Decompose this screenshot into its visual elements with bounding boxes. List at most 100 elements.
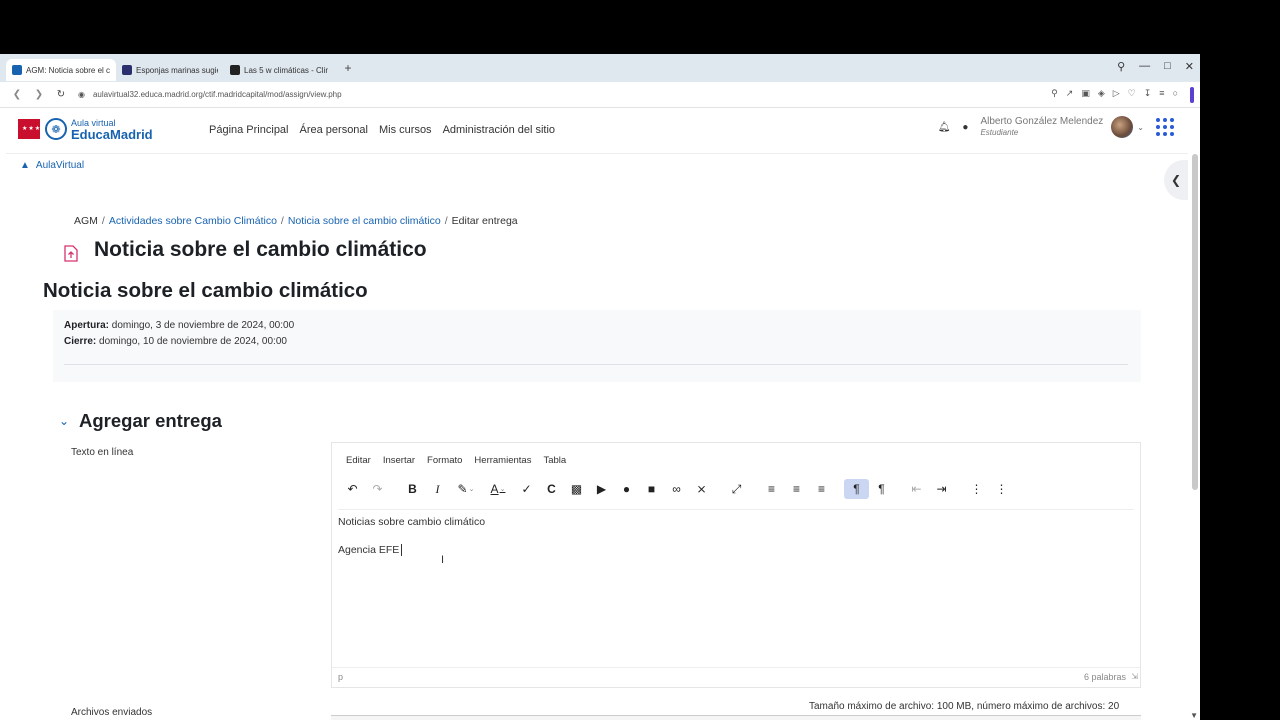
redo-icon[interactable]: ↷ <box>365 479 390 499</box>
heart-icon[interactable]: ♡ <box>1128 88 1136 99</box>
sidebar-indicator <box>1190 87 1194 103</box>
section-title: Agregar entrega <box>79 410 222 431</box>
lock-icon[interactable]: ◉ <box>78 90 85 99</box>
breadcrumb-current: Editar entrega <box>451 215 518 227</box>
profile-icon[interactable]: ○ <box>1173 88 1178 99</box>
menu-icon[interactable]: ≡ <box>1159 88 1164 99</box>
closing-label: Cierre: <box>64 336 97 347</box>
ltr-direction-icon[interactable]: ¶ <box>844 479 869 499</box>
menu-insert[interactable]: Insertar <box>383 455 415 466</box>
bell-icon[interactable]: 🔔︎ <box>938 122 951 133</box>
zoom-icon[interactable]: ⚲ <box>1051 88 1058 99</box>
reload-icon[interactable]: ↻ <box>50 89 72 100</box>
nav-home[interactable]: Página Principal <box>209 124 289 136</box>
menu-table[interactable]: Tabla <box>543 455 566 466</box>
forward-icon[interactable]: ❯ <box>28 89 50 100</box>
align-right-icon[interactable]: ≡ <box>809 479 834 499</box>
activity-title: Noticia sobre el cambio climático <box>43 279 368 302</box>
back-icon[interactable]: ❮ <box>6 89 28 100</box>
text-color-icon[interactable]: A ⌄ <box>482 479 514 499</box>
element-path[interactable]: p <box>338 672 343 682</box>
submitted-files-label: Archivos enviados <box>71 707 153 718</box>
image-icon[interactable]: ▩ <box>564 479 589 499</box>
browser-tab-agm[interactable]: AGM: Noticia sobre el cam <box>6 59 116 81</box>
page-scrollbar[interactable] <box>1192 154 1198 490</box>
media-icon[interactable]: ▶ <box>589 479 614 499</box>
camera-icon[interactable]: ▣ <box>1081 88 1090 99</box>
resize-handle-icon[interactable]: ⇲ <box>1131 672 1138 681</box>
search-tabs-icon[interactable]: ⚲ <box>1117 60 1125 73</box>
new-tab-button[interactable]: + <box>340 61 356 75</box>
highlight-color-icon[interactable]: ✎ ⌄ <box>450 479 482 499</box>
user-role: Estudiante <box>980 128 1019 137</box>
align-left-icon[interactable]: ≡ <box>759 479 784 499</box>
bullet-list-icon[interactable]: ⋮ <box>964 479 989 499</box>
breadcrumb: AGM / Actividades sobre Cambio Climático / N… <box>74 215 518 227</box>
play-icon[interactable]: ▷ <box>1113 88 1120 99</box>
undo-icon[interactable]: ↶ <box>340 479 365 499</box>
menu-format[interactable]: Formato <box>427 455 462 466</box>
editor-toolbar: ↶ ↷ B I ✎ ⌄ A ⌄ ✓ C ▩ ▶ ● ■ ∞ ⨯ ⤢ ≡ ≡ ≡ ¶ … <box>340 478 1014 500</box>
menu-tools[interactable]: Herramientas <box>474 455 531 466</box>
italic-icon[interactable]: I <box>425 479 450 499</box>
educamadrid-logo[interactable]: ★★★ ❁ Aula virtual EducaMadrid <box>18 118 153 141</box>
drawer-toggle-button[interactable]: ❮ <box>1164 160 1188 200</box>
efe-favicon-icon <box>122 65 132 75</box>
opening-date: Apertura: domingo, 3 de noviembre de 202… <box>64 320 294 331</box>
minimize-icon[interactable]: — <box>1139 60 1150 73</box>
maximize-icon[interactable]: □ <box>1164 60 1171 73</box>
url-input[interactable]: aulavirtual32.educa.madrid.org/ctif.madr… <box>93 90 342 99</box>
close-icon[interactable]: ✕ <box>1185 60 1194 73</box>
editor-paragraph: Noticias sobre cambio climático <box>338 516 486 528</box>
spellcheck-icon[interactable]: ✓ <box>514 479 539 499</box>
shield-icon[interactable]: ◈ <box>1098 88 1105 99</box>
page-title: Noticia sobre el cambio climático <box>94 238 427 261</box>
chat-icon[interactable]: ● <box>962 122 968 133</box>
nav-site-admin[interactable]: Administración del sitio <box>443 124 556 136</box>
avatar[interactable] <box>1111 116 1134 138</box>
editor-content-area[interactable]: Noticias sobre cambio climático Agencia … <box>338 509 1134 659</box>
scroll-down-icon[interactable]: ▼ <box>1190 711 1198 720</box>
microphone-icon[interactable]: ● <box>614 479 639 499</box>
outdent-icon[interactable]: ⇤ <box>904 479 929 499</box>
breadcrumb-section[interactable]: Actividades sobre Cambio Climático <box>109 215 277 227</box>
indent-icon[interactable]: ⇥ <box>929 479 954 499</box>
unlink-icon[interactable]: ⨯ <box>689 479 714 499</box>
browser-tab-5w[interactable]: Las 5 w climáticas - Climá <box>224 59 334 81</box>
divider <box>64 364 1128 365</box>
chevron-down-icon[interactable]: ⌄ <box>1137 123 1144 132</box>
link-icon[interactable]: ∞ <box>664 479 689 499</box>
breadcrumb-course[interactable]: AGM <box>74 215 98 227</box>
editor-statusbar: p 6 palabras ⇲ <box>332 667 1140 687</box>
file-picker[interactable] <box>331 715 1141 720</box>
apps-grid-icon[interactable] <box>1156 118 1174 136</box>
editor-menubar: Editar Insertar Formato Herramientas Tab… <box>346 455 566 466</box>
nav-my-courses[interactable]: Mis cursos <box>379 124 432 136</box>
editor-paragraph-text: Agencia EFE <box>338 544 400 556</box>
opening-value: domingo, 3 de noviembre de 2024, 00:00 <box>109 320 295 331</box>
graduation-cap-icon: ▲ <box>20 160 30 171</box>
bold-icon[interactable]: B <box>400 479 425 499</box>
menu-edit[interactable]: Editar <box>346 455 371 466</box>
assignment-upload-icon <box>62 244 80 262</box>
numbered-list-icon[interactable]: ⋮ <box>989 479 1014 499</box>
download-icon[interactable]: ↧ <box>1144 88 1152 99</box>
page-header: Noticia sobre el cambio climático <box>62 238 427 262</box>
nav-personal-area[interactable]: Área personal <box>300 124 369 136</box>
rtl-direction-icon[interactable]: ¶ <box>869 479 894 499</box>
browser-tab-esponjas[interactable]: Esponjas marinas sugieren <box>116 59 224 81</box>
madrid-flag-icon: ★★★ <box>18 119 40 139</box>
fullscreen-icon[interactable]: ⤢ <box>724 479 749 499</box>
window-controls: ⚲ — □ ✕ <box>1117 60 1194 73</box>
user-menu[interactable]: Alberto González Melendez Estudiante <box>980 116 1103 138</box>
video-icon[interactable]: ■ <box>639 479 664 499</box>
aulavirtual-link[interactable]: ▲ AulaVirtual <box>20 160 84 171</box>
header-right: 🔔︎ ● Alberto González Melendez Estudiant… <box>938 116 1188 138</box>
breadcrumb-activity[interactable]: Noticia sobre el cambio climático <box>288 215 441 227</box>
activity-dates: Apertura: domingo, 3 de noviembre de 202… <box>53 310 1141 382</box>
add-submission-section-toggle[interactable]: ⌄ Agregar entrega <box>58 410 222 432</box>
share-icon[interactable]: ↗ <box>1066 88 1074 99</box>
aulavirtual-label: AulaVirtual <box>35 160 85 171</box>
align-center-icon[interactable]: ≡ <box>784 479 809 499</box>
chemistry-icon[interactable]: C <box>539 479 564 499</box>
